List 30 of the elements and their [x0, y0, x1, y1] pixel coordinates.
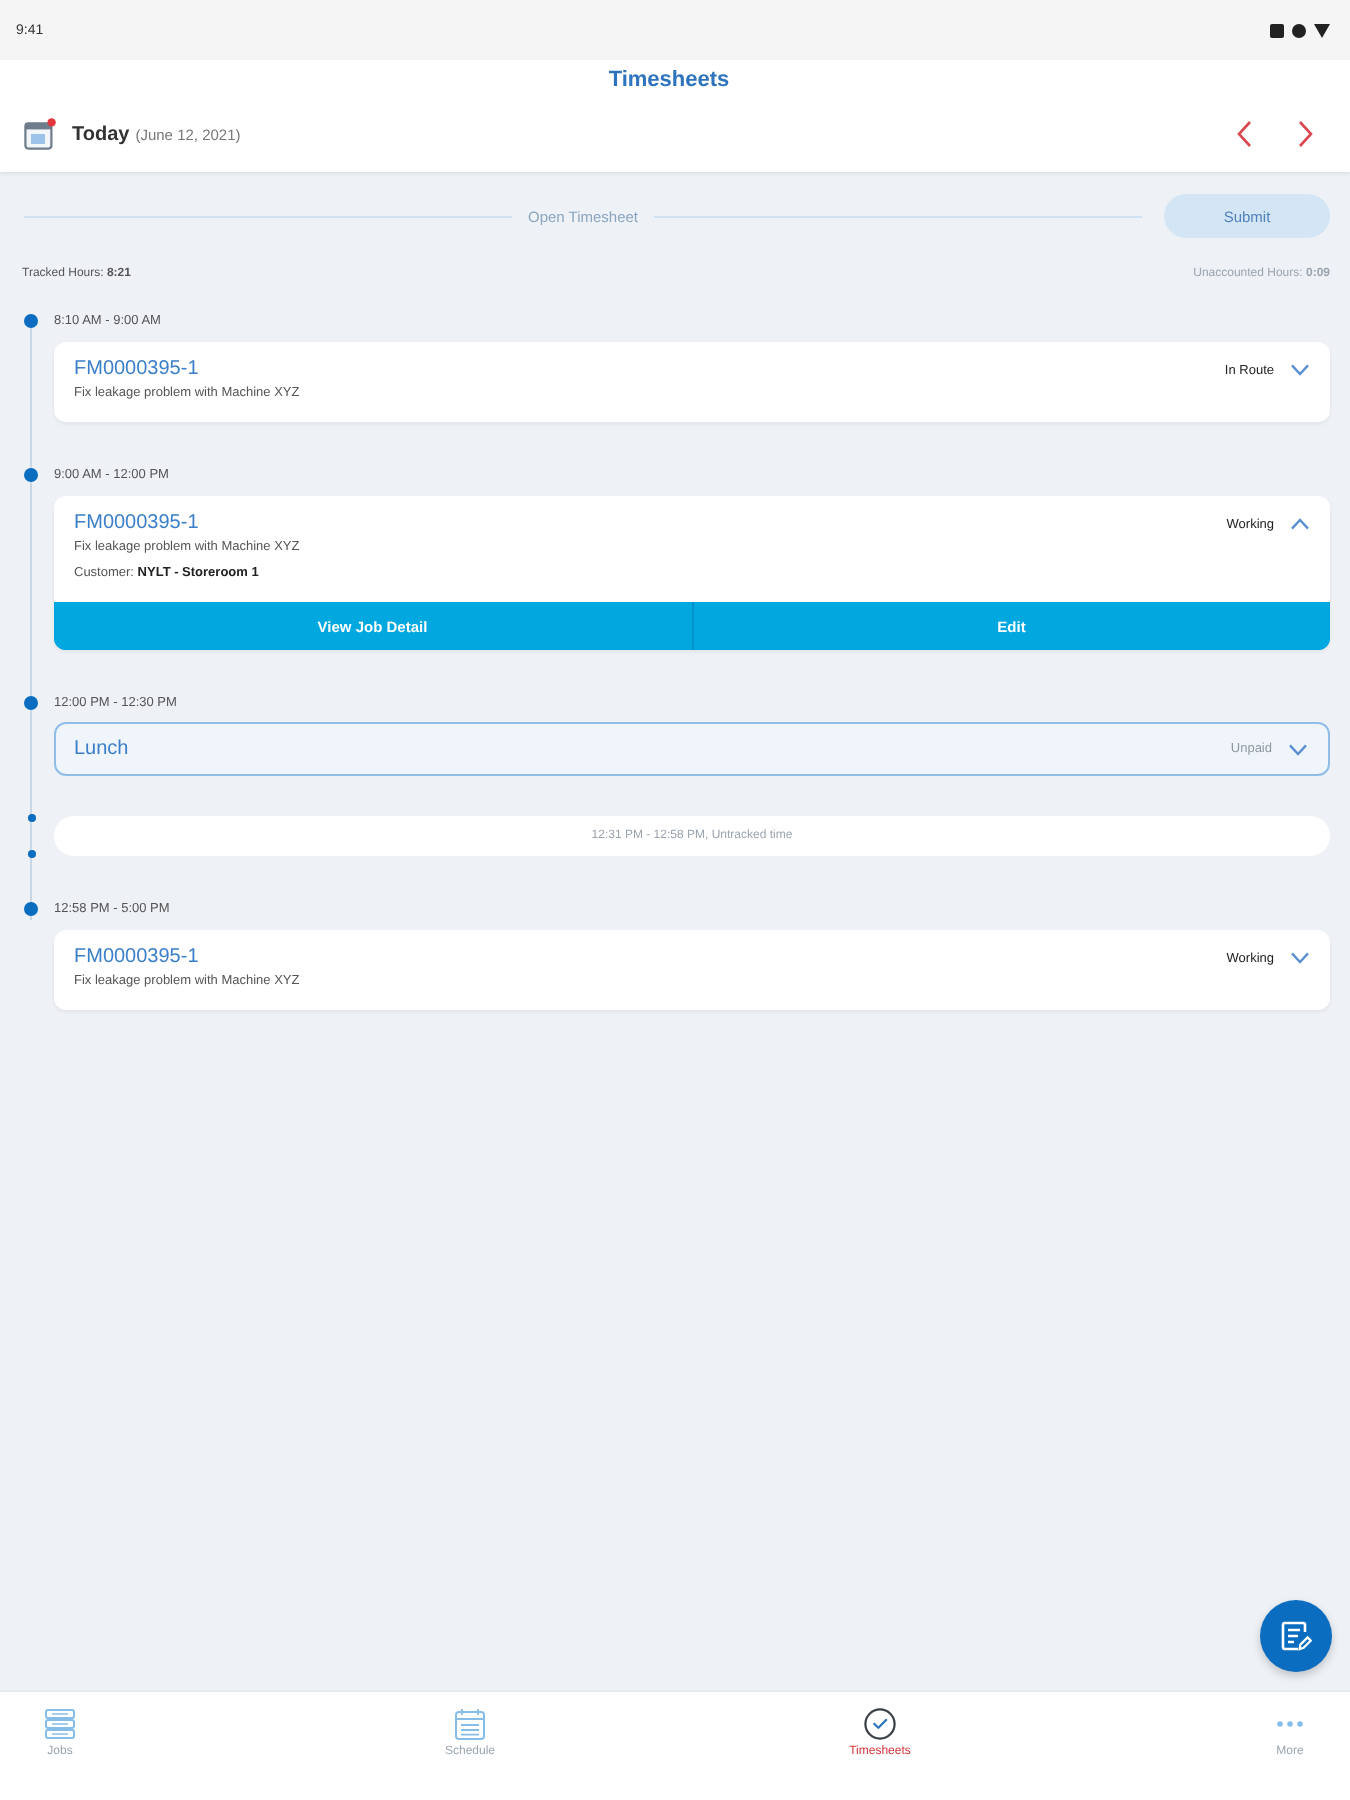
chevron-right-icon	[1298, 120, 1314, 148]
check-circle-icon	[864, 1708, 896, 1740]
chevron-up-icon[interactable]	[1290, 518, 1310, 530]
chevron-left-icon	[1236, 120, 1252, 148]
timeline-dot-icon	[24, 467, 38, 481]
job-id-link[interactable]: FM0000395-1	[74, 358, 199, 382]
chevron-down-icon[interactable]	[1290, 952, 1310, 964]
timeline-dot-icon	[27, 814, 35, 822]
note-edit-icon	[1280, 1620, 1312, 1652]
list-icon	[44, 1708, 76, 1740]
dot-icon	[1292, 23, 1306, 37]
job-id-link[interactable]: FM0000395-1	[74, 946, 199, 970]
calendar-icon	[454, 1708, 486, 1740]
break-label: Lunch	[74, 738, 129, 760]
timeline-dot-icon	[24, 901, 38, 915]
chevron-down-icon[interactable]	[1288, 743, 1308, 755]
page-title: Timesheets	[608, 66, 730, 94]
previous-day-button[interactable]	[1236, 120, 1252, 148]
triangle-icon	[1314, 23, 1330, 37]
square-icon	[1270, 23, 1284, 37]
timeline-dot-icon	[24, 313, 38, 327]
next-day-button[interactable]	[1298, 120, 1314, 148]
chevron-down-icon[interactable]	[1290, 364, 1310, 376]
timeline-dot-icon	[24, 695, 38, 709]
calendar-icon	[24, 118, 56, 150]
more-icon	[1276, 1720, 1304, 1728]
timeline-dot-icon	[27, 850, 35, 858]
edit-note-button[interactable]	[1260, 1600, 1332, 1672]
job-id-link[interactable]: FM0000395-1	[74, 512, 199, 536]
date-label: Today	[72, 123, 130, 145]
